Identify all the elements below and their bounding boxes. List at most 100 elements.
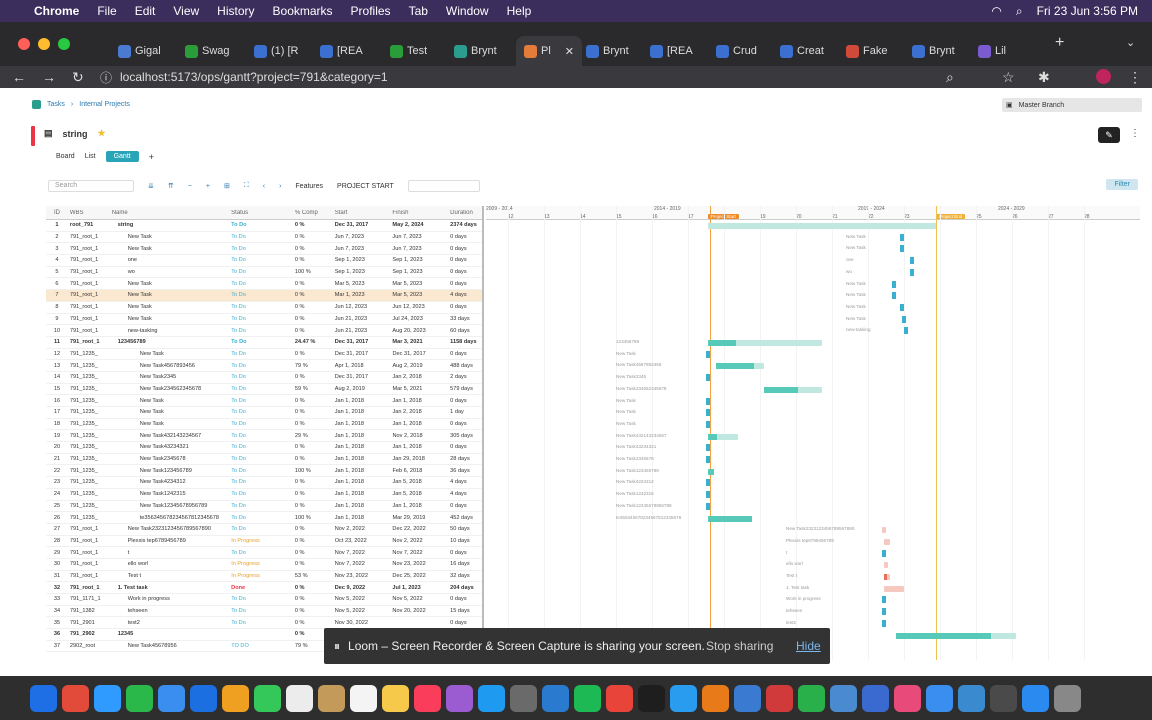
dock-app-icon[interactable] — [350, 684, 377, 712]
favorite-star-icon[interactable]: ★ — [98, 128, 106, 139]
row-name[interactable]: Plexxis tep6789456789 — [110, 538, 228, 544]
branch-selector[interactable]: ▣ Master Branch — [1002, 98, 1142, 112]
task-bar[interactable] — [884, 585, 904, 592]
table-row[interactable]: 31 791_root_1 Test t In Progress 53 % Nov 23,… — [46, 571, 482, 583]
task-bar[interactable] — [708, 433, 738, 440]
clock[interactable]: Fri 23 Jun 3:56 PM — [1037, 4, 1138, 18]
project-start-input[interactable] — [407, 180, 480, 192]
milestone-marker[interactable] — [706, 397, 710, 405]
table-row[interactable]: 11 791_root_1 123456789 To Do 24.47 % Dec 31,… — [46, 337, 482, 349]
row-name[interactable]: tehseen — [110, 608, 228, 614]
milestone-marker[interactable] — [900, 245, 904, 253]
row-name[interactable]: New Task — [110, 304, 228, 310]
row-name[interactable]: New Task — [110, 292, 228, 298]
expand-all-icon[interactable]: ⇊ — [148, 182, 154, 190]
dock-app-icon[interactable] — [30, 684, 57, 712]
table-row[interactable]: 6 791_root_1 New Task To Do 0 % Mar 5, 2023 Ma… — [46, 278, 482, 291]
browser-tab[interactable]: [REA — [320, 36, 363, 66]
table-row[interactable]: 22 791_1235_ New Task123456789 To Do 100 % Ja… — [46, 465, 482, 478]
row-name[interactable]: ello worl — [110, 561, 228, 567]
menu-window[interactable]: Window — [446, 4, 489, 18]
table-row[interactable]: 17 791_1235_ New Task To Do 0 % Jan 1, 2018 Ja… — [46, 407, 482, 419]
table-row[interactable]: 24 791_1235_ New Task1242315 To Do 0 % Jan 1,… — [46, 489, 482, 501]
row-name[interactable]: Test t — [110, 573, 228, 579]
task-bar[interactable] — [708, 515, 752, 522]
table-row[interactable]: 25 791_1235_ New Task12345678956789 To Do 0 … — [46, 501, 482, 513]
table-row[interactable]: 28 791_root_1 Plexxis tep6789456789 In Prog… — [46, 536, 482, 548]
dock-app-icon[interactable] — [574, 684, 601, 712]
table-row[interactable]: 23 791_1235_ New Task4234312 To Do 0 % Jan 1,… — [46, 477, 482, 489]
menu-file[interactable]: File — [97, 4, 116, 18]
menu-bookmarks[interactable]: Bookmarks — [273, 4, 333, 18]
table-row[interactable]: 33 791_1171_1 Work in progress To Do 0 % Nov … — [46, 594, 482, 606]
view-list-tab[interactable]: List — [85, 153, 96, 160]
dock-app-icon[interactable] — [734, 684, 761, 712]
browser-tab[interactable]: (1) [R — [254, 36, 299, 66]
fullscreen-icon[interactable]: ⛶ — [244, 182, 249, 190]
row-name[interactable]: New Task2345678 — [110, 456, 228, 462]
milestone-marker[interactable] — [706, 420, 710, 428]
zoom-icon[interactable]: ⌕ — [946, 69, 954, 86]
row-name[interactable]: test2 — [110, 620, 228, 626]
previous-icon[interactable]: ‹ — [263, 183, 265, 190]
table-row[interactable]: 1 root_791 string To Do 0 % Dec 31, 2017 May 2… — [46, 220, 482, 232]
dock-app-icon[interactable] — [894, 684, 921, 712]
milestone-marker[interactable] — [882, 608, 886, 616]
milestone-marker[interactable] — [706, 409, 710, 417]
close-tab-icon[interactable]: ✕ — [565, 45, 574, 58]
dock-app-icon[interactable] — [1054, 684, 1081, 712]
browser-tab[interactable]: Crud — [716, 36, 757, 66]
back-icon[interactable]: ← — [12, 69, 26, 85]
extensions-icon[interactable]: ✱ — [1038, 69, 1050, 86]
row-name[interactable]: New Task123456789 — [110, 468, 228, 474]
table-row[interactable]: 7 791_root_1 New Task To Do 0 % Mar 1, 2023 Ma… — [46, 290, 482, 302]
milestone-marker[interactable] — [904, 327, 908, 335]
url-field[interactable]: ⓘ localhost:5173/ops/gantt?project=791&c… — [100, 66, 980, 88]
table-row[interactable]: 30 791_root_1 ello worl In Progress 0 % Nov 7… — [46, 559, 482, 571]
dock-app-icon[interactable] — [958, 684, 985, 712]
col-finish[interactable]: Finish — [390, 210, 448, 216]
hide-button[interactable]: Hide — [796, 639, 821, 653]
task-bar[interactable] — [716, 363, 764, 370]
milestone-marker[interactable] — [910, 268, 914, 276]
row-name[interactable]: 123456789 — [110, 339, 227, 345]
app-name[interactable]: Chrome — [34, 4, 79, 18]
dock-app-icon[interactable] — [1022, 684, 1049, 712]
dock-app-icon[interactable] — [606, 684, 633, 712]
row-name[interactable]: New Task4234312 — [110, 479, 228, 485]
row-name[interactable]: New Task — [110, 234, 228, 240]
table-row[interactable]: 26 791_1235_ te356345678234567812345678 To … — [46, 512, 482, 524]
wifi-icon[interactable]: ◠ — [991, 4, 1001, 18]
table-row[interactable]: 12 791_1235_ New Task To Do 0 % Dec 31, 2017 D… — [46, 349, 482, 361]
forward-icon[interactable]: → — [42, 69, 56, 85]
edit-pencil-button[interactable]: ✎ — [1098, 127, 1120, 143]
milestone-marker[interactable] — [706, 350, 710, 358]
dock-app-icon[interactable] — [766, 684, 793, 712]
row-name[interactable]: New Task — [110, 409, 228, 415]
task-bar[interactable] — [896, 632, 1016, 639]
milestone-marker[interactable] — [706, 502, 710, 510]
dock-app-icon[interactable] — [286, 684, 313, 712]
row-name[interactable]: one — [110, 257, 228, 263]
col-duration[interactable]: Duration — [448, 210, 482, 216]
breadcrumb-current[interactable]: Internal Projects — [79, 101, 130, 108]
table-row[interactable]: 16 791_1235_ New Task To Do 0 % Jan 1, 2018 Ja… — [46, 395, 482, 407]
table-row[interactable]: 19 791_1235_ New Task432143234567 To Do 29 %… — [46, 430, 482, 443]
menu-tab[interactable]: Tab — [409, 4, 428, 18]
row-name[interactable]: New Task432143234567 — [110, 433, 228, 439]
dock-app-icon[interactable] — [62, 684, 89, 712]
milestone-marker[interactable] — [706, 444, 710, 452]
add-view-button[interactable]: + — [149, 152, 154, 162]
row-name[interactable]: new-tasking — [110, 328, 228, 334]
row-name[interactable]: New Task2323123456789567890 — [110, 526, 228, 532]
milestone-marker[interactable] — [706, 374, 710, 382]
col-status[interactable]: Status — [227, 210, 291, 216]
dock-app-icon[interactable] — [830, 684, 857, 712]
table-row[interactable]: 21 791_1235_ New Task2345678 To Do 0 % Jan 1,… — [46, 454, 482, 466]
browser-tab[interactable]: Pl ✕ — [516, 36, 582, 66]
table-row[interactable]: 5 791_root_1 wo To Do 100 % Sep 1, 2023 Sep 1,… — [46, 267, 482, 279]
reload-icon[interactable]: ↻ — [72, 69, 84, 86]
row-name[interactable]: New Task45678956 — [110, 643, 228, 649]
features-dropdown[interactable]: Features — [295, 183, 323, 190]
task-bar[interactable] — [708, 340, 822, 346]
